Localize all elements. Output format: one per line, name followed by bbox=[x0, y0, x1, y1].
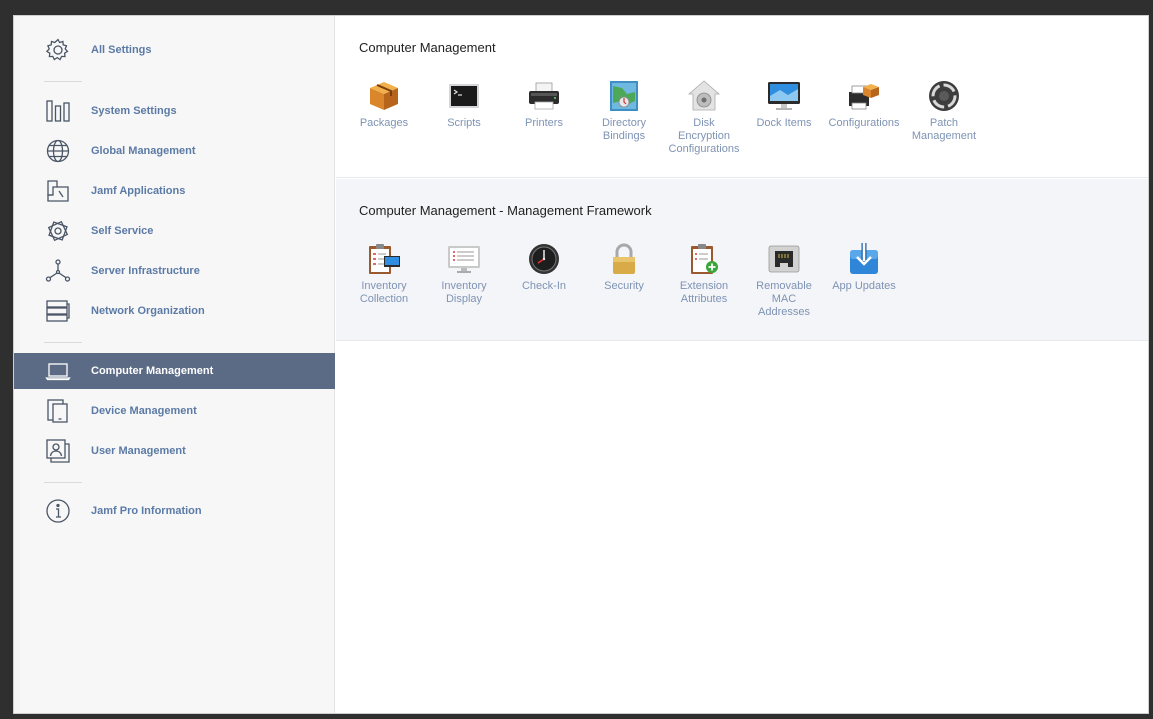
tile-disk-encryption-configurations[interactable]: Disk Encryption Configurations bbox=[664, 78, 744, 156]
tile-dock-items[interactable]: Dock Items bbox=[744, 78, 824, 130]
tile-label: Removable MAC Addresses bbox=[756, 280, 812, 318]
sidebar-item-all-settings[interactable]: All Settings bbox=[14, 32, 335, 68]
tile-inventory-collection[interactable]: Inventory Collection bbox=[344, 241, 424, 306]
jamf-apps-icon bbox=[45, 178, 71, 204]
mobile-device-icon bbox=[45, 398, 71, 424]
monitor-icon bbox=[766, 78, 802, 114]
network-nodes-icon bbox=[45, 258, 71, 284]
gear-icon bbox=[45, 37, 71, 63]
package-icon bbox=[366, 78, 402, 114]
server-stack-icon bbox=[45, 298, 71, 324]
directory-map-icon bbox=[606, 78, 642, 114]
tile-label: Printers bbox=[525, 117, 563, 129]
sidebar-item-label: Self Service bbox=[91, 225, 154, 237]
tile-inventory-display[interactable]: Inventory Display bbox=[424, 241, 504, 306]
sidebar-item-computer-management[interactable]: Computer Management bbox=[14, 353, 335, 389]
tile-scripts[interactable]: Scripts bbox=[424, 78, 504, 130]
sidebar-item-label: Global Management bbox=[91, 145, 196, 157]
tile-label: Disk Encryption Configurations bbox=[668, 117, 740, 155]
globe-icon bbox=[45, 138, 71, 164]
tile-security[interactable]: Security bbox=[584, 241, 664, 293]
tile-label: Packages bbox=[359, 117, 409, 129]
lock-icon bbox=[606, 241, 642, 277]
disk-encryption-icon bbox=[686, 78, 722, 114]
laptop-icon bbox=[45, 358, 71, 384]
tile-label: Inventory Display bbox=[441, 280, 487, 305]
sidebar-item-system-settings[interactable]: System Settings bbox=[14, 93, 335, 129]
sidebar-item-label: Network Organization bbox=[91, 305, 205, 317]
computer-management-section: Computer Management Packages Scripts Pri… bbox=[336, 16, 1148, 178]
tile-label: Inventory Collection bbox=[359, 280, 409, 305]
inventory-display-icon bbox=[446, 241, 482, 277]
sidebar-item-label: Jamf Applications bbox=[91, 185, 186, 197]
tile-label: Patch Management bbox=[911, 117, 977, 142]
sidebar-item-label: Device Management bbox=[91, 405, 197, 417]
inventory-collection-icon bbox=[366, 241, 402, 277]
tile-packages[interactable]: Packages bbox=[344, 78, 424, 130]
sidebar-item-global-management[interactable]: Global Management bbox=[14, 133, 335, 169]
section-title: Computer Management bbox=[359, 40, 496, 55]
tile-removable-mac-addresses[interactable]: Removable MAC Addresses bbox=[744, 241, 824, 319]
self-service-icon bbox=[45, 218, 71, 244]
clock-icon bbox=[526, 241, 562, 277]
terminal-icon bbox=[446, 78, 482, 114]
sidebar-divider bbox=[44, 342, 82, 343]
tile-label: Check-In bbox=[521, 280, 567, 292]
sidebar-item-user-management[interactable]: User Management bbox=[14, 433, 335, 469]
sidebar-item-label: Server Infrastructure bbox=[91, 265, 200, 277]
info-icon bbox=[45, 498, 71, 524]
tile-configurations[interactable]: Configurations bbox=[824, 78, 904, 130]
settings-main-content: Computer Management Packages Scripts Pri… bbox=[336, 16, 1148, 713]
user-card-icon bbox=[45, 438, 71, 464]
bars-icon bbox=[45, 98, 71, 124]
sidebar-item-network-organization[interactable]: Network Organization bbox=[14, 293, 335, 329]
sidebar-item-jamf-applications[interactable]: Jamf Applications bbox=[14, 173, 335, 209]
patch-icon bbox=[926, 78, 962, 114]
tile-patch-management[interactable]: Patch Management bbox=[904, 78, 984, 143]
tile-label: Scripts bbox=[447, 117, 481, 129]
sidebar-item-self-service[interactable]: Self Service bbox=[14, 213, 335, 249]
tile-label: Security bbox=[604, 280, 644, 292]
sidebar-divider bbox=[44, 482, 82, 483]
app-updates-icon bbox=[846, 241, 882, 277]
settings-sidebar: All Settings System Settings Global Mana… bbox=[14, 16, 335, 713]
section-title: Computer Management - Management Framewo… bbox=[359, 203, 652, 218]
tile-label: Directory Bindings bbox=[601, 117, 646, 142]
sidebar-item-label: User Management bbox=[91, 445, 186, 457]
extension-attributes-icon bbox=[686, 241, 722, 277]
tile-label: Configurations bbox=[828, 117, 900, 129]
sidebar-item-label: System Settings bbox=[91, 105, 177, 117]
tile-check-in[interactable]: Check-In bbox=[504, 241, 584, 293]
management-framework-section: Computer Management - Management Framewo… bbox=[336, 179, 1148, 341]
tile-label: Extension Attributes bbox=[679, 280, 729, 305]
ethernet-port-icon bbox=[766, 241, 802, 277]
printer-icon bbox=[526, 78, 562, 114]
tile-label: Dock Items bbox=[756, 117, 812, 129]
sidebar-item-jamf-pro-information[interactable]: Jamf Pro Information bbox=[14, 493, 335, 529]
tile-label: App Updates bbox=[832, 280, 896, 292]
tile-directory-bindings[interactable]: Directory Bindings bbox=[584, 78, 664, 143]
app-window: All Settings System Settings Global Mana… bbox=[13, 15, 1149, 714]
sidebar-divider bbox=[44, 81, 82, 82]
sidebar-item-device-management[interactable]: Device Management bbox=[14, 393, 335, 429]
tile-app-updates[interactable]: App Updates bbox=[824, 241, 904, 293]
tile-printers[interactable]: Printers bbox=[504, 78, 584, 130]
sidebar-item-label: Jamf Pro Information bbox=[91, 505, 202, 517]
sidebar-item-server-infrastructure[interactable]: Server Infrastructure bbox=[14, 253, 335, 289]
tile-extension-attributes[interactable]: Extension Attributes bbox=[664, 241, 744, 306]
sidebar-item-label: All Settings bbox=[91, 44, 152, 56]
configurations-icon bbox=[846, 78, 882, 114]
sidebar-item-label: Computer Management bbox=[91, 365, 214, 377]
